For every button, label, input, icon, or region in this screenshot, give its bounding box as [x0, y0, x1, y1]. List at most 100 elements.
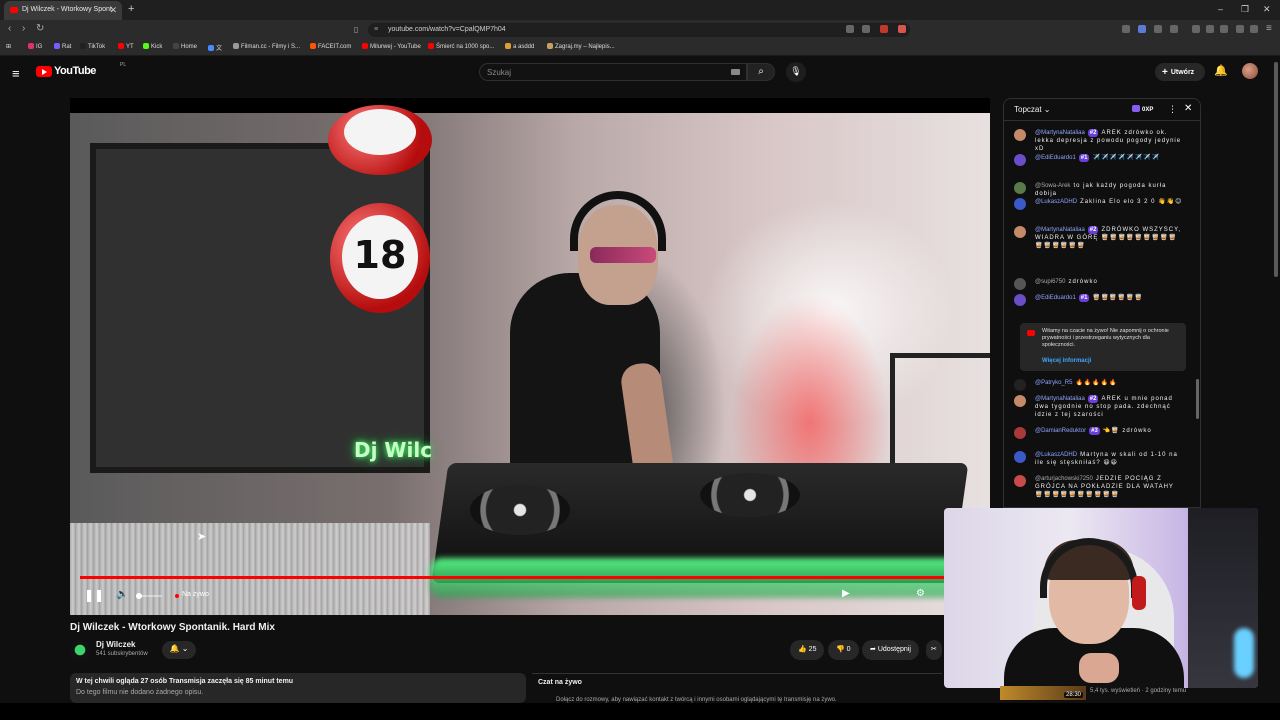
keyboard-icon[interactable]	[731, 69, 740, 75]
leo-icon[interactable]	[1250, 25, 1258, 33]
bookmark-item[interactable]: 文	[208, 43, 222, 52]
chat-avatar[interactable]	[1014, 395, 1026, 407]
chat-avatar[interactable]	[1014, 154, 1026, 166]
chat-author[interactable]: @EdiEduardo1	[1035, 295, 1076, 301]
chat-message[interactable]: @Sowa-Arek to jak każdy pogoda kurła dobi…	[1014, 182, 1184, 198]
extension-icon[interactable]	[1154, 25, 1162, 33]
chat-avatar[interactable]	[1014, 182, 1026, 194]
bookmark-item[interactable]: Filman.cc - Filmy i S...	[233, 43, 300, 50]
bookmark-item[interactable]: Zagraj.my – Najlepis...	[547, 43, 615, 50]
close-window-icon[interactable]: ✕	[1263, 4, 1271, 15]
voice-search-button[interactable]: 🎙	[786, 62, 806, 82]
search-input[interactable]: Szukaj	[479, 63, 747, 81]
chat-avatar[interactable]	[1014, 226, 1026, 238]
brave-shields-icon[interactable]	[880, 25, 888, 33]
close-chat-icon[interactable]: ✕	[1184, 103, 1192, 114]
more-options-icon[interactable]: ⋮	[1168, 104, 1177, 115]
chat-message[interactable]: @MartynaNataliaa #2 AREK zdrówko ok. lekka…	[1014, 129, 1184, 153]
menu-icon[interactable]: ≡	[1266, 23, 1272, 34]
chat-author[interactable]: @Patryko_R5	[1035, 380, 1072, 386]
chat-avatar[interactable]	[1014, 129, 1026, 141]
chat-message[interactable]: @EdiEduardo1 #1 🥃🥃🥃🥃🥃🥃	[1014, 294, 1184, 306]
bookmark-item[interactable]: Kick	[143, 43, 162, 50]
bookmark-item[interactable]: IG	[28, 43, 42, 50]
search-button[interactable]: ⌕	[747, 63, 775, 81]
chat-message[interactable]: @LukaszADHD Zaklina Elo elo 3 2 0 👋👋😊	[1014, 198, 1184, 210]
wallet-icon[interactable]	[1220, 25, 1228, 33]
chat-avatar[interactable]	[1014, 278, 1026, 290]
page-scrollbar[interactable]	[1274, 62, 1278, 277]
chat-author[interactable]: @arturjachowski7250	[1035, 476, 1093, 482]
autoplay-toggle-icon[interactable]: ▶	[842, 588, 850, 599]
create-button[interactable]: + Utwórz	[1155, 63, 1205, 81]
chat-avatar[interactable]	[1014, 198, 1026, 210]
chat-avatar[interactable]	[1014, 427, 1026, 439]
url-field[interactable]: ≡ youtube.com/watch?v=CpalQMP7h04	[368, 23, 910, 37]
like-button[interactable]: 👍 25	[790, 640, 825, 660]
chat-author[interactable]: @Sowa-Arek	[1035, 183, 1070, 189]
chat-avatar[interactable]	[1014, 451, 1026, 463]
minimize-icon[interactable]: –	[1218, 4, 1223, 14]
share-page-icon[interactable]	[862, 25, 870, 33]
maximize-icon[interactable]: ❐	[1241, 4, 1249, 15]
chat-avatar[interactable]	[1014, 475, 1026, 487]
account-avatar[interactable]	[1242, 63, 1258, 79]
extension-icon[interactable]	[1170, 25, 1178, 33]
chat-author[interactable]: @supi6750	[1035, 279, 1065, 285]
chat-scrollbar[interactable]	[1196, 379, 1199, 419]
back-icon[interactable]: ‹	[8, 23, 11, 34]
media-icon[interactable]	[1192, 25, 1200, 33]
chat-author[interactable]: @EdiEduardo1	[1035, 155, 1076, 161]
settings-gear-icon[interactable]: ⚙	[916, 588, 925, 599]
chat-author[interactable]: @LukaszADHD	[1035, 452, 1077, 458]
notifications-subscribe-button[interactable]: 🔔 ⌄	[162, 641, 196, 659]
chat-message[interactable]: @MartynaNataliaa #2 ZDRÓWKO WSZYSCY, WIADR…	[1014, 226, 1184, 250]
channel-avatar[interactable]	[70, 640, 90, 660]
browser-tab[interactable]: Dj Wilczek - Wtorkowy Spont ✕	[4, 1, 122, 20]
notifications-bell-icon[interactable]: 🔔	[1214, 64, 1228, 77]
bookmark-item[interactable]: Home	[173, 43, 197, 50]
bookmark-item[interactable]: a asddd	[505, 43, 534, 50]
chat-message[interactable]: @supi6750 zdrówko	[1014, 278, 1184, 290]
chat-avatar[interactable]	[1014, 294, 1026, 306]
guide-menu-icon[interactable]: ≡	[12, 66, 20, 81]
extension-icon[interactable]	[1122, 25, 1130, 33]
bookmark-icon[interactable]: ▯	[354, 25, 358, 34]
chat-message[interactable]: @EdiEduardo1 #1 ✈️✈️✈️✈️✈️✈️✈️✈️	[1014, 154, 1184, 166]
live-progress-bar[interactable]	[80, 576, 954, 579]
chat-author[interactable]: @LukaszADHD	[1035, 199, 1077, 205]
extension-icon[interactable]	[1138, 25, 1146, 33]
pause-icon[interactable]: ❚❚	[84, 588, 104, 602]
chat-avatar[interactable]	[1014, 379, 1026, 391]
site-info-icon[interactable]: ≡	[374, 26, 378, 33]
points-badge[interactable]: 0XP	[1132, 105, 1153, 113]
clip-button[interactable]: ✂	[926, 640, 942, 660]
apps-grid-icon[interactable]: ⊞	[6, 43, 11, 50]
bookmark-item[interactable]: Śmierć na 1000 spo...	[428, 43, 494, 50]
volume-knob[interactable]	[136, 593, 142, 599]
new-tab-button[interactable]: +	[128, 3, 134, 15]
chat-message[interactable]: @arturjachowski7250 JEDZIE POCIĄG Z GRÓJC…	[1014, 475, 1184, 499]
chat-author[interactable]: @MartynaNataliaa	[1035, 130, 1085, 136]
live-indicator[interactable]: Na żywo	[182, 591, 209, 598]
forward-icon[interactable]: ›	[22, 23, 25, 34]
dislike-button[interactable]: 👎 0	[828, 640, 859, 660]
bookmark-item[interactable]: TikTok	[80, 43, 105, 50]
chat-message[interactable]: @LukaszADHD Martyna w skali od 1-10 na il…	[1014, 451, 1184, 467]
channel-name[interactable]: Dj Wilczek	[96, 640, 136, 649]
chat-message[interactable]: @DamianReduktor #3 👈🥃 zdrówko	[1014, 427, 1184, 439]
chat-author[interactable]: @MartynaNataliaa	[1035, 227, 1085, 233]
vpn-icon[interactable]	[1236, 25, 1244, 33]
chat-author[interactable]: @MartynaNataliaa	[1035, 396, 1085, 402]
close-tab-icon[interactable]: ✕	[109, 5, 117, 16]
chat-message[interactable]: @Patryko_R5 🔥🔥🔥🔥🔥	[1014, 379, 1184, 391]
bookmark-item[interactable]: Milurwej - YouTube	[362, 43, 421, 50]
chat-message[interactable]: @MartynaNataliaa #2 AREK u mnie ponad dwa …	[1014, 395, 1184, 419]
more-info-link[interactable]: Więcej informacji	[1042, 358, 1091, 364]
chat-author[interactable]: @DamianReduktor	[1035, 428, 1086, 434]
volume-icon[interactable]: 🔈	[116, 589, 128, 600]
reload-icon[interactable]: ↻	[36, 23, 44, 34]
bookmark-item[interactable]: FACEIT.com	[310, 43, 351, 50]
chat-mode-dropdown[interactable]: Topczat ⌄	[1014, 105, 1051, 114]
sidebar-icon[interactable]	[1206, 25, 1214, 33]
